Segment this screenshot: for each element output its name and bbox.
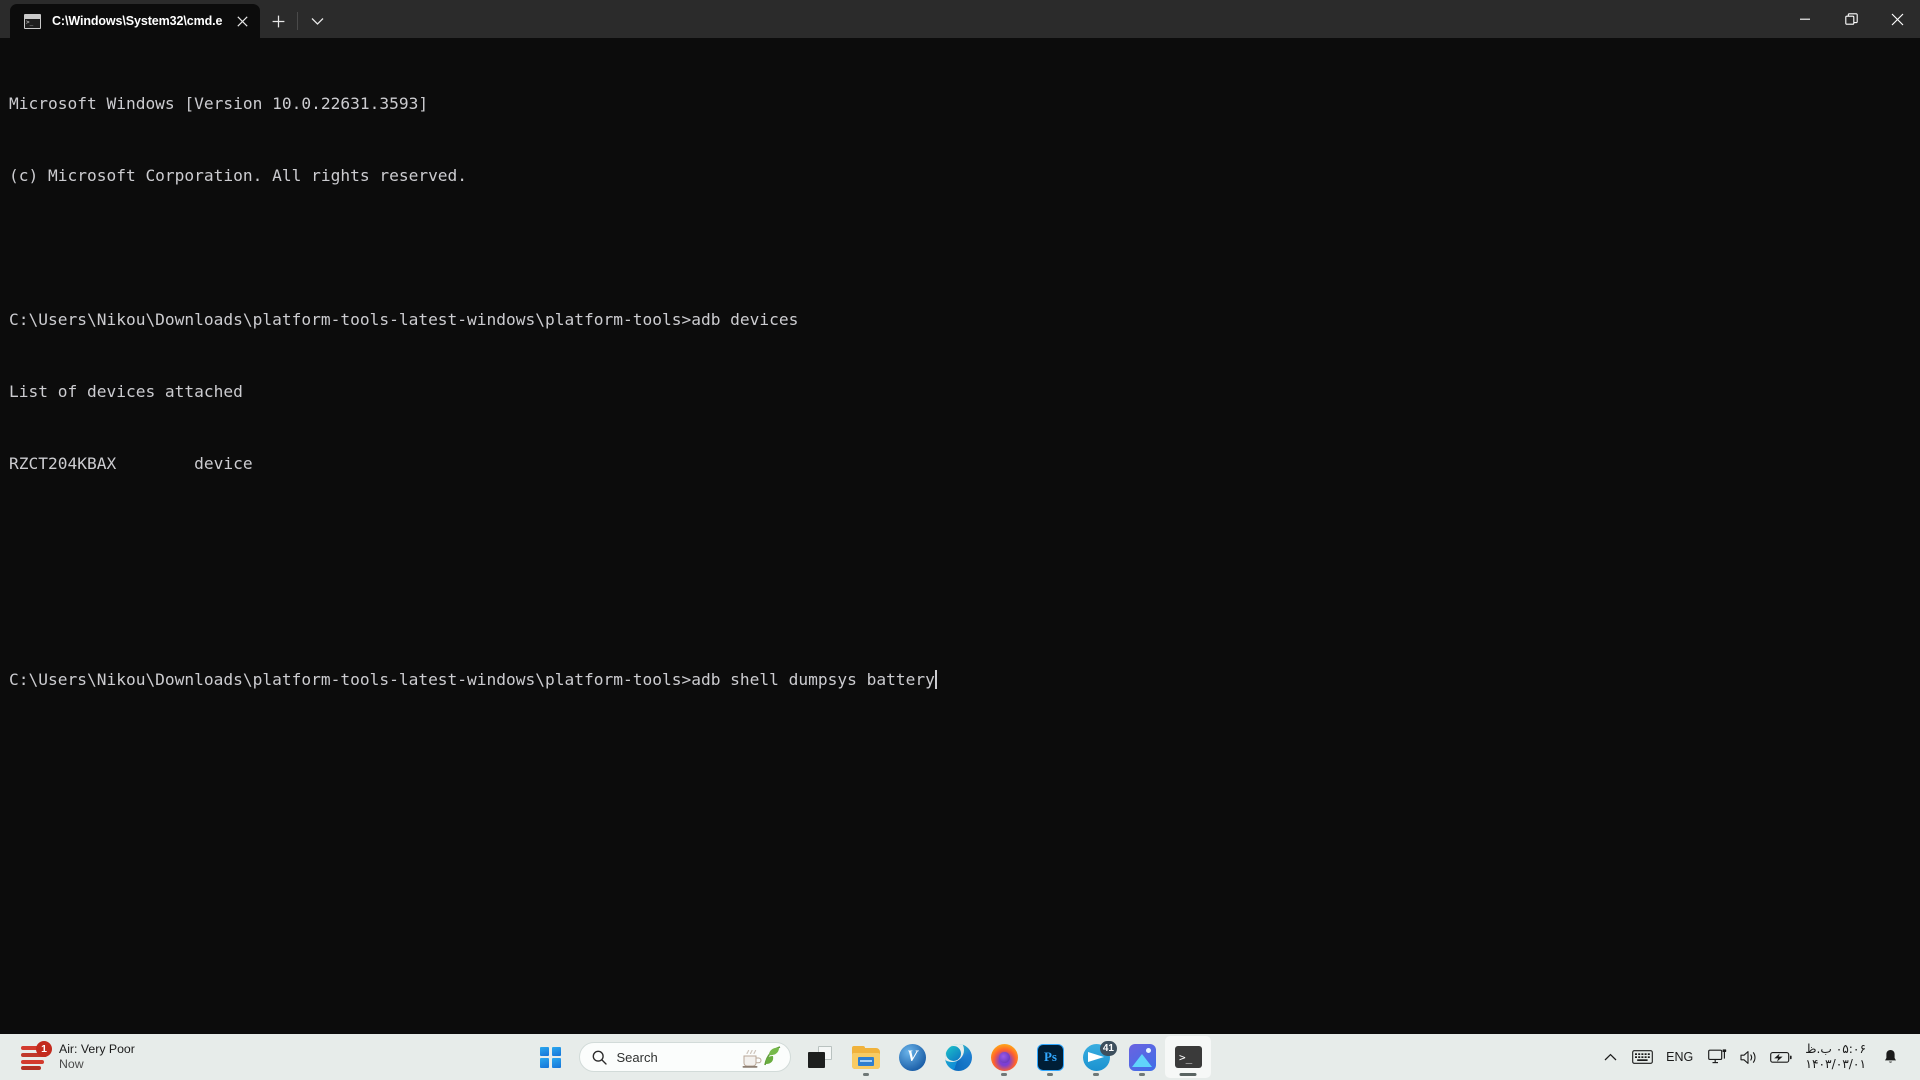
- titlebar-drag-region: [335, 0, 1782, 38]
- tab-title: C:\Windows\System32\cmd.e: [52, 14, 223, 28]
- start-button[interactable]: [527, 1036, 573, 1078]
- telegram-unread-badge: 41: [1099, 1040, 1117, 1056]
- desktop-root: C:\Windows\System32\cmd.e: [0, 0, 1920, 1080]
- photoshop-icon: Ps: [1036, 1043, 1064, 1071]
- window-titlebar: C:\Windows\System32\cmd.e: [0, 0, 1920, 38]
- show-hidden-icons-button[interactable]: [1594, 1037, 1626, 1077]
- task-view-icon: [808, 1046, 833, 1068]
- tab-strip: C:\Windows\System32\cmd.e: [0, 0, 335, 38]
- close-window-button[interactable]: [1874, 0, 1920, 38]
- touch-keyboard-icon[interactable]: [1626, 1037, 1658, 1077]
- telegram-icon: 41: [1082, 1040, 1117, 1071]
- file-explorer-icon: [852, 1045, 881, 1069]
- window-controls: [1782, 0, 1920, 38]
- search-placeholder: Search: [616, 1049, 658, 1065]
- close-tab-icon[interactable]: [228, 8, 256, 34]
- haze-icon: 1: [20, 1041, 52, 1072]
- search-icon: [592, 1050, 608, 1065]
- chevron-down-icon[interactable]: [299, 4, 335, 38]
- terminal-command-input[interactable]: adb shell dumpsys battery: [691, 670, 935, 689]
- weather-badge: 1: [36, 1041, 52, 1057]
- clock-time: ۰۵:۰۶ ب.ظ: [1805, 1042, 1866, 1056]
- teacup-and-leaf-icon: [738, 1044, 784, 1070]
- running-indicator: [1047, 1073, 1054, 1076]
- terminal-output-area[interactable]: Microsoft Windows [Version 10.0.22631.35…: [0, 38, 1920, 1034]
- taskbar-app-microsoft-edge[interactable]: [935, 1036, 981, 1078]
- terminal-caret: [934, 670, 937, 689]
- network-icon[interactable]: [1701, 1037, 1733, 1077]
- system-tray: ENG ۰۵:۰۶ ب.ظ ۱۴۰۳/۰۳/۰۱: [1594, 1034, 1920, 1080]
- battery-charging-icon[interactable]: [1765, 1037, 1797, 1077]
- taskbar-app-photos[interactable]: [1119, 1036, 1165, 1078]
- language-indicator[interactable]: ENG: [1658, 1037, 1701, 1077]
- search-input[interactable]: Search: [579, 1042, 792, 1072]
- active-window-indicator: [1179, 1073, 1197, 1076]
- new-tab-button[interactable]: [260, 4, 296, 38]
- edge-icon: [944, 1043, 972, 1071]
- running-indicator: [1093, 1073, 1100, 1076]
- clock-button[interactable]: ۰۵:۰۶ ب.ظ ۱۴۰۳/۰۳/۰۱: [1797, 1037, 1874, 1077]
- taskbar-app-firefox[interactable]: [981, 1036, 1027, 1078]
- terminal-line: (c) Microsoft Corporation. All rights re…: [9, 166, 468, 185]
- show-desktop-button[interactable]: [1906, 1034, 1914, 1080]
- console-icon: [24, 13, 41, 29]
- terminal-prompt-line: C:\Users\Nikou\Downloads\platform-tools-…: [9, 668, 1920, 692]
- taskbar: 1 Air: Very Poor Now Search V Ps 41 >_ E…: [0, 1034, 1920, 1080]
- photos-icon: [1128, 1043, 1156, 1071]
- taskbar-app-task-view[interactable]: [797, 1036, 843, 1078]
- taskbar-app-file-explorer[interactable]: [843, 1036, 889, 1078]
- taskbar-weather-widget[interactable]: 1 Air: Very Poor Now: [6, 1037, 145, 1077]
- terminal-line: Microsoft Windows [Version 10.0.22631.35…: [9, 94, 429, 113]
- volume-icon[interactable]: [1733, 1037, 1765, 1077]
- taskbar-center-cluster: Search V Ps 41 >_: [527, 1036, 1212, 1078]
- clock-date: ۱۴۰۳/۰۳/۰۱: [1805, 1057, 1866, 1071]
- firefox-icon: [990, 1043, 1018, 1071]
- running-indicator: [863, 1073, 870, 1076]
- terminal-icon: >_: [1174, 1046, 1202, 1068]
- weather-subtitle: Now: [59, 1057, 84, 1071]
- taskbar-app-windows-terminal[interactable]: >_: [1165, 1036, 1212, 1078]
- running-indicator: [1139, 1073, 1146, 1076]
- terminal-line: List of devices attached: [9, 382, 243, 401]
- running-indicator: [1001, 1073, 1008, 1076]
- restore-button[interactable]: [1828, 0, 1874, 38]
- taskbar-app-telegram[interactable]: 41: [1073, 1036, 1119, 1078]
- notifications-bell-icon[interactable]: [1874, 1037, 1906, 1077]
- terminal-line: RZCT204KBAX device: [9, 454, 253, 473]
- weather-title: Air: Very Poor: [59, 1042, 135, 1056]
- terminal-line: C:\Users\Nikou\Downloads\platform-tools-…: [9, 310, 799, 329]
- taskbar-app-photoshop[interactable]: Ps: [1027, 1036, 1073, 1078]
- taskbar-app-v2ray-client[interactable]: V: [889, 1036, 935, 1078]
- minimize-button[interactable]: [1782, 0, 1828, 38]
- windows-logo-icon: [539, 1046, 561, 1068]
- terminal-tab[interactable]: C:\Windows\System32\cmd.e: [10, 4, 260, 38]
- terminal-prompt: C:\Users\Nikou\Downloads\platform-tools-…: [9, 670, 692, 689]
- tabbar-divider: [297, 12, 298, 30]
- v2ray-icon: V: [898, 1043, 926, 1071]
